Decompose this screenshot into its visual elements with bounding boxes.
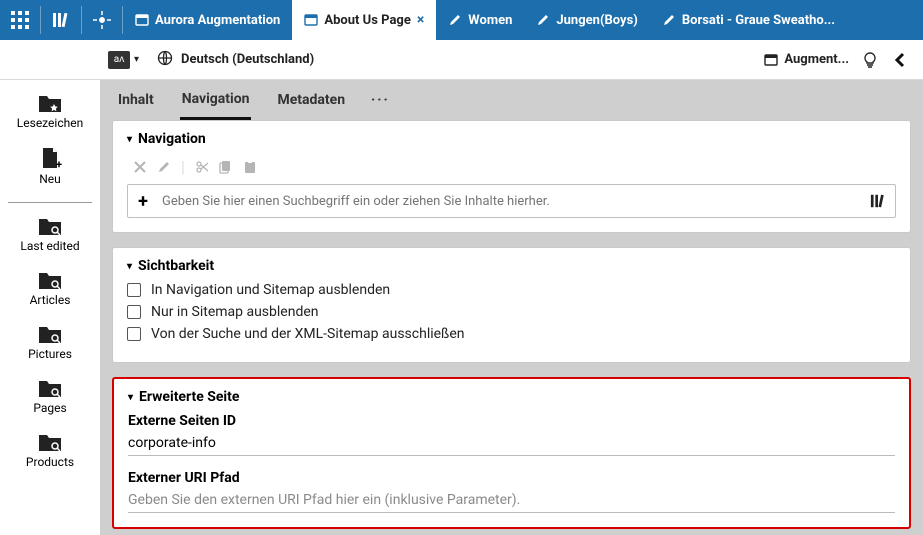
close-icon[interactable]: × bbox=[417, 13, 424, 27]
scissors-icon[interactable] bbox=[195, 160, 209, 174]
pencil-icon bbox=[662, 13, 676, 27]
site-icon bbox=[304, 13, 318, 27]
tab-label: Borsati - Graue Sweatho... bbox=[682, 13, 835, 28]
sidebar-item-label: Last edited bbox=[20, 239, 79, 253]
sidebar-item-label: Lesezeichen bbox=[17, 116, 83, 130]
panel-navigation: ▾ Navigation | + bbox=[112, 120, 911, 233]
sidebar-item-label: Pages bbox=[33, 401, 66, 415]
plus-icon: + bbox=[56, 158, 62, 171]
globe-icon bbox=[157, 50, 173, 70]
panel-title[interactable]: ▾ Navigation bbox=[127, 131, 896, 147]
library-icon[interactable] bbox=[41, 0, 81, 40]
pencil-icon[interactable] bbox=[157, 160, 171, 174]
tab-women[interactable]: Women bbox=[436, 0, 524, 40]
checkbox-label: Von der Suche und der XML-Sitemap aussch… bbox=[151, 326, 465, 342]
bulb-icon[interactable] bbox=[855, 51, 885, 69]
augment-label: Augment... bbox=[784, 52, 849, 67]
chevron-down-icon: ▾ bbox=[128, 392, 133, 403]
checkbox-hide-nav-sitemap: In Navigation und Sitemap ausblenden bbox=[127, 282, 896, 298]
close-icon[interactable] bbox=[133, 160, 147, 174]
tab-label: Aurora Augmentation bbox=[155, 13, 280, 28]
panel-title[interactable]: ▾ Sichtbarkeit bbox=[127, 258, 896, 274]
site-icon bbox=[135, 13, 149, 27]
checkbox[interactable] bbox=[127, 305, 141, 319]
sidebar-item-articles[interactable]: Articles bbox=[0, 269, 100, 307]
checkbox-hide-sitemap-only: Nur in Sitemap ausblenden bbox=[127, 304, 896, 320]
sidebar-item-neu[interactable]: + Neu bbox=[0, 146, 100, 186]
tab-navigation[interactable]: Navigation bbox=[180, 81, 252, 120]
copy-icon[interactable] bbox=[219, 160, 233, 174]
tab-metadaten[interactable]: Metadaten bbox=[275, 82, 347, 118]
more-icon[interactable]: ··· bbox=[371, 92, 390, 108]
sidebar-item-label: Pictures bbox=[28, 347, 72, 361]
panel-visibility: ▾ Sichtbarkeit In Navigation und Sitemap… bbox=[112, 247, 911, 363]
folder-star-icon bbox=[37, 92, 63, 114]
chevron-down-icon: ▾ bbox=[127, 261, 132, 272]
pencil-icon bbox=[448, 13, 462, 27]
tab-label: About Us Page bbox=[324, 13, 411, 28]
sidebar-item-label: Products bbox=[26, 455, 74, 469]
panel-extended-page: ▾ Erweiterte Seite Externe Seiten ID Ext… bbox=[112, 377, 911, 529]
plus-icon[interactable]: + bbox=[128, 191, 158, 212]
panel-title[interactable]: ▾ Erweiterte Seite bbox=[128, 389, 895, 405]
checkbox-label: Nur in Sitemap ausblenden bbox=[151, 304, 319, 320]
checkbox-exclude-search-xml: Von der Suche und der XML-Sitemap aussch… bbox=[127, 326, 896, 342]
checkbox[interactable] bbox=[127, 283, 141, 297]
target-icon[interactable] bbox=[82, 0, 122, 40]
sidebar-item-label: Articles bbox=[30, 293, 71, 307]
sidebar-item-last-edited[interactable]: Last edited bbox=[0, 215, 100, 253]
pencil-icon bbox=[536, 13, 550, 27]
tab-borsati[interactable]: Borsati - Graue Sweatho... bbox=[650, 0, 847, 40]
apps-grid-icon[interactable] bbox=[0, 0, 40, 40]
panel-title-label: Sichtbarkeit bbox=[138, 258, 214, 274]
sidebar-item-products[interactable]: Products bbox=[0, 431, 100, 469]
checkbox[interactable] bbox=[127, 327, 141, 341]
external-page-id-input[interactable] bbox=[128, 431, 895, 456]
nav-search-input[interactable] bbox=[158, 185, 861, 217]
folder-search-icon bbox=[37, 323, 63, 345]
tab-jungen-boys[interactable]: Jungen(Boys) bbox=[524, 0, 649, 40]
sidebar-item-lesezeichen[interactable]: Lesezeichen bbox=[0, 92, 100, 130]
paste-icon[interactable] bbox=[243, 160, 257, 174]
tab-inhalt[interactable]: Inhalt bbox=[116, 82, 156, 118]
sidebar-item-label: Neu bbox=[39, 172, 61, 186]
checkbox-label: In Navigation und Sitemap ausblenden bbox=[151, 282, 390, 298]
translate-icon[interactable]: aʌ bbox=[108, 51, 130, 69]
sidebar: Lesezeichen + Neu Last edited Articles P… bbox=[0, 80, 100, 535]
sidebar-item-pictures[interactable]: Pictures bbox=[0, 323, 100, 361]
folder-search-icon bbox=[37, 269, 63, 291]
nav-search-row: + bbox=[127, 184, 896, 218]
tab-label: Jungen(Boys) bbox=[556, 13, 637, 28]
editor-tabs: Inhalt Navigation Metadaten ··· bbox=[100, 80, 923, 120]
chevron-down-icon: ▾ bbox=[127, 134, 132, 145]
panel-title-label: Erweiterte Seite bbox=[139, 389, 239, 405]
tab-aurora-augmentation[interactable]: Aurora Augmentation bbox=[123, 0, 292, 40]
chevron-left-icon[interactable] bbox=[885, 51, 915, 69]
sidebar-divider bbox=[8, 202, 92, 203]
nav-toolbar: | bbox=[127, 155, 896, 184]
panel-title-label: Navigation bbox=[138, 131, 206, 147]
locale-label: Deutsch (Deutschland) bbox=[181, 52, 314, 67]
field-label-external-id: Externe Seiten ID bbox=[128, 413, 895, 429]
library-icon[interactable] bbox=[861, 193, 895, 209]
folder-search-icon bbox=[37, 431, 63, 453]
folder-search-icon bbox=[37, 215, 63, 237]
external-uri-path-input[interactable] bbox=[128, 488, 895, 513]
editor-main: Inhalt Navigation Metadaten ··· ▾ Naviga… bbox=[100, 80, 923, 535]
chevron-down-icon[interactable]: ▾ bbox=[134, 54, 139, 65]
locale-bar: aʌ ▾ Deutsch (Deutschland) Augment... bbox=[0, 40, 923, 80]
tab-label: Women bbox=[468, 13, 512, 28]
folder-search-icon bbox=[37, 377, 63, 399]
augment-button[interactable]: Augment... bbox=[758, 52, 855, 67]
field-label-external-uri: Externer URI Pfad bbox=[128, 470, 895, 486]
sidebar-item-pages[interactable]: Pages bbox=[0, 377, 100, 415]
tab-about-us-page[interactable]: About Us Page × bbox=[292, 0, 436, 40]
top-app-bar: Aurora Augmentation About Us Page × Wome… bbox=[0, 0, 923, 40]
